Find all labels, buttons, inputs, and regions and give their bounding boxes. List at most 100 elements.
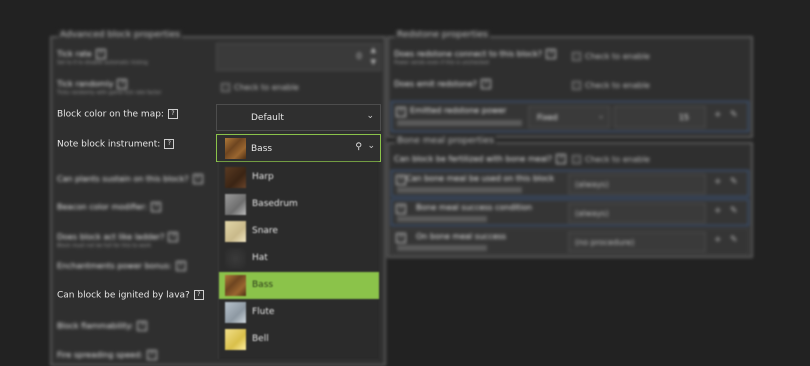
- note-instrument-label: Note block instrument:?: [57, 139, 175, 150]
- bonemeal-used-value: (always): [575, 180, 609, 189]
- power-mode-select[interactable]: Fixed ⌄: [528, 106, 610, 128]
- emitted-power-description: [397, 120, 522, 126]
- dropdown-item-basedrum[interactable]: Basedrum: [219, 191, 379, 218]
- note-instrument-value: Bass: [251, 144, 273, 154]
- chevron-down-icon[interactable]: ⌄: [367, 141, 375, 151]
- dropdown-item-bass[interactable]: Bass: [219, 272, 379, 299]
- map-color-label: Block color on the map:?: [57, 109, 178, 120]
- dropdown-item-label: Hat: [252, 253, 268, 263]
- dropdown-item-flute[interactable]: Flute: [219, 299, 379, 326]
- help-icon[interactable]: ?: [192, 174, 203, 184]
- power-value: 15: [678, 113, 689, 122]
- bonemeal-success-value: (no procedure): [575, 238, 635, 247]
- bonemeal-condition-value: (always): [575, 209, 609, 218]
- redstone-connect-label: Does redstone connect to this block??: [394, 49, 557, 59]
- help-icon[interactable]: ?: [480, 79, 491, 89]
- help-icon[interactable]: ?: [396, 107, 406, 117]
- note-instrument-select[interactable]: Bass ⚲ ⌄: [216, 134, 381, 162]
- dropdown-item-hat[interactable]: Hat: [219, 245, 379, 272]
- redstone-connect-checkbox-label: Check to enable: [585, 52, 650, 61]
- harp-block-icon: [225, 167, 246, 188]
- dropdown-item-label: Flute: [252, 307, 275, 317]
- redstone-properties-legend: Redstone properties: [395, 30, 490, 40]
- dropdown-item-label: Basedrum: [252, 199, 298, 209]
- help-icon[interactable]: ?: [193, 290, 204, 300]
- plants-sustain-label: Can plants sustain on this block??: [57, 174, 203, 184]
- redstone-connect-help: Power sends even if this is unchecked: [394, 60, 489, 66]
- ignited-by-lava-label: Can block be ignited by lava??: [57, 290, 204, 301]
- tick-rate-spinner[interactable]: 0 ▲ ▼: [216, 43, 381, 71]
- bass-block-icon: [225, 138, 246, 159]
- tick-randomly-checkbox[interactable]: [221, 83, 230, 92]
- bonemeal-condition-select[interactable]: (always): [568, 203, 706, 223]
- help-icon[interactable]: ?: [164, 139, 175, 149]
- help-icon[interactable]: ?: [396, 204, 406, 214]
- tick-rate-label: Tick rate?: [57, 49, 106, 59]
- help-icon[interactable]: ?: [117, 79, 128, 89]
- search-icon[interactable]: ⚲: [355, 142, 362, 152]
- help-icon[interactable]: ?: [151, 202, 162, 212]
- bonemeal-used-select[interactable]: (always): [568, 174, 706, 194]
- tick-randomly-checkbox-label: Check to enable: [234, 83, 299, 92]
- add-icon[interactable]: +: [714, 110, 722, 120]
- add-icon[interactable]: +: [714, 177, 722, 187]
- instrument-dropdown-list: Harp Basedrum Snare Hat Bass Flute Bell: [218, 162, 379, 359]
- emit-redstone-checkbox[interactable]: [572, 81, 581, 90]
- map-color-value: Default: [251, 113, 284, 123]
- dropdown-item-harp[interactable]: Harp: [219, 164, 379, 191]
- help-icon[interactable]: ?: [396, 233, 406, 243]
- help-icon[interactable]: ?: [167, 109, 178, 119]
- bonemeal-condition-label: Bone meal success condition: [416, 203, 533, 212]
- dropdown-item-label: Bass: [252, 280, 274, 290]
- beacon-color-label: Beacon color modifier:?: [57, 202, 162, 212]
- add-icon[interactable]: +: [714, 235, 722, 245]
- bonemeal-success-select[interactable]: (no procedure): [568, 232, 706, 252]
- spinner-up-icon[interactable]: ▲: [371, 46, 376, 54]
- bonemeal-success-description: [397, 245, 487, 251]
- bonemeal-used-row: ? Can bone meal be used on this block (a…: [391, 170, 749, 197]
- help-icon[interactable]: ?: [556, 154, 567, 164]
- help-icon[interactable]: ?: [546, 49, 557, 59]
- edit-icon[interactable]: ✎: [730, 110, 738, 120]
- bonemeal-properties-legend: Bone meal properties: [395, 136, 496, 146]
- dropdown-item-label: Bell: [252, 334, 269, 344]
- fertilize-checkbox-label: Check to enable: [585, 155, 650, 164]
- redstone-connect-checkbox[interactable]: [572, 52, 581, 61]
- edit-icon[interactable]: ✎: [730, 235, 738, 245]
- dropdown-item-label: Snare: [252, 226, 278, 236]
- help-icon[interactable]: ?: [168, 232, 179, 242]
- edit-icon[interactable]: ✎: [730, 206, 738, 216]
- ladder-help: Block must not be full for this to work: [57, 243, 152, 249]
- help-icon[interactable]: ?: [175, 261, 186, 271]
- map-color-select[interactable]: Default ⌄: [216, 104, 381, 131]
- bonemeal-used-description: [397, 187, 522, 193]
- enchant-bonus-label: Enchantments power bonus:?: [57, 261, 186, 271]
- bass-block-icon: [225, 275, 246, 296]
- power-mode-value: Fixed: [537, 113, 558, 122]
- flute-block-icon: [225, 302, 246, 323]
- emitted-power-label: Emitted redstone power: [410, 106, 507, 115]
- spinner-down-icon[interactable]: ▼: [371, 58, 376, 66]
- basedrum-block-icon: [225, 194, 246, 215]
- tick-rate-value: 0: [356, 52, 362, 62]
- add-icon[interactable]: +: [714, 206, 722, 216]
- help-icon[interactable]: ?: [95, 49, 106, 59]
- dropdown-item-bell[interactable]: Bell: [219, 326, 379, 353]
- dropdown-item-label: Harp: [252, 172, 274, 182]
- fertilize-checkbox[interactable]: [572, 155, 581, 164]
- bonemeal-condition-row: ? Bone meal success condition (always) +…: [391, 199, 749, 226]
- emit-redstone-label: Does emit redstone??: [394, 79, 491, 89]
- edit-icon[interactable]: ✎: [730, 177, 738, 187]
- tick-rate-help: Set to 0 to disable automatic ticking: [57, 60, 148, 66]
- help-icon[interactable]: ?: [396, 175, 406, 185]
- help-icon[interactable]: ?: [137, 321, 148, 331]
- emitted-power-row: ? Emitted redstone power Fixed ⌄ 15 + ✎: [391, 101, 749, 132]
- chevron-down-icon: ⌄: [366, 111, 374, 121]
- hat-block-icon: [225, 248, 246, 269]
- bell-block-icon: [225, 329, 246, 350]
- ladder-label: Does block act like ladder??: [57, 232, 179, 242]
- bonemeal-success-row: ? On bone meal success (no procedure) + …: [391, 228, 749, 255]
- dropdown-item-snare[interactable]: Snare: [219, 218, 379, 245]
- power-value-spinner[interactable]: 15: [614, 106, 706, 128]
- chevron-down-icon: ⌄: [598, 112, 604, 120]
